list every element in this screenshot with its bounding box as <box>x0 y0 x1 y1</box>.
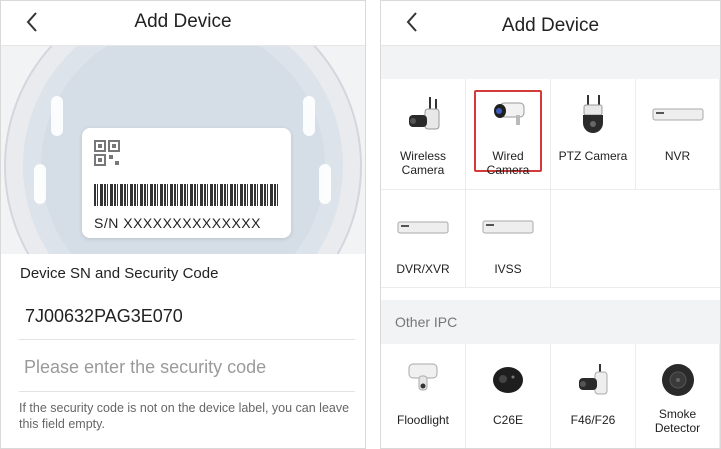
divider <box>19 391 355 392</box>
device-label-card: S/N XXXXXXXXXXXXXX <box>82 128 291 238</box>
ptz-camera-icon <box>551 93 635 137</box>
wired-camera-icon <box>466 93 550 137</box>
device-type-label: IVSS <box>494 262 522 276</box>
device-type-label: PTZ Camera <box>558 149 628 163</box>
divider <box>19 339 355 340</box>
sn-value[interactable]: 7J00632PAG3E070 <box>25 306 183 327</box>
security-code-hint: If the security code is not on the devic… <box>19 401 350 431</box>
label-serial-number: S/N XXXXXXXXXXXXXX <box>94 215 261 231</box>
nvr-icon <box>636 93 719 137</box>
barcode <box>94 184 278 206</box>
device-type-label: Wireless Camera <box>399 149 446 177</box>
device-type-label: Smoke Detector <box>654 407 701 435</box>
device-type-label: F46/F26 <box>570 413 616 427</box>
device-type-c26e[interactable]: C26E <box>466 344 551 448</box>
device-type-nvr[interactable]: NVR <box>636 79 720 190</box>
f46-camera-icon <box>551 358 635 402</box>
empty-cell <box>551 190 720 288</box>
qr-code-icon <box>94 140 120 166</box>
device-type-label: C26E <box>492 413 524 427</box>
device-type-label: DVR/XVR <box>396 262 450 276</box>
device-type-ivss[interactable]: IVSS <box>466 190 551 288</box>
sn-field-label: Device SN and Security Code <box>20 265 219 282</box>
device-type-wireless-camera[interactable]: Wireless Camera <box>381 79 466 190</box>
security-code-input[interactable] <box>19 347 355 387</box>
floodlight-icon <box>381 358 465 402</box>
header: Add Device <box>381 1 720 46</box>
spacer <box>381 46 720 79</box>
device-type-label: Floodlight <box>396 413 450 427</box>
device-type-f46-f26[interactable]: F46/F26 <box>551 344 636 448</box>
header: Add Device <box>1 1 365 46</box>
dvr-icon <box>381 204 465 248</box>
device-type-label: Wired Camera <box>486 149 530 177</box>
page-title: Add Device <box>501 15 600 36</box>
c26e-camera-icon <box>466 358 550 402</box>
other-ipc-section: Other IPC <box>381 300 720 344</box>
wireless-camera-icon <box>381 93 465 137</box>
page-title: Add Device <box>134 11 232 32</box>
device-type-smoke-detector[interactable]: Smoke Detector <box>636 344 720 448</box>
device-label-illustration: S/N XXXXXXXXXXXXXX <box>1 46 365 254</box>
device-type-label: NVR <box>664 149 691 163</box>
section-title: Other IPC <box>395 314 458 330</box>
device-type-floodlight[interactable]: Floodlight <box>381 344 466 448</box>
device-type-wired-camera[interactable]: Wired Camera <box>466 79 551 190</box>
add-device-sn-screen: Add Device S/N XXXXXXXXXXXXXX Device SN … <box>0 0 366 449</box>
smoke-detector-icon <box>636 358 719 402</box>
add-device-type-screen: Add Device Wireless Camera Wired Camera PT… <box>380 0 721 449</box>
ivss-icon <box>466 204 550 248</box>
device-type-dvr-xvr[interactable]: DVR/XVR <box>381 190 466 288</box>
device-type-ptz-camera[interactable]: PTZ Camera <box>551 79 636 190</box>
